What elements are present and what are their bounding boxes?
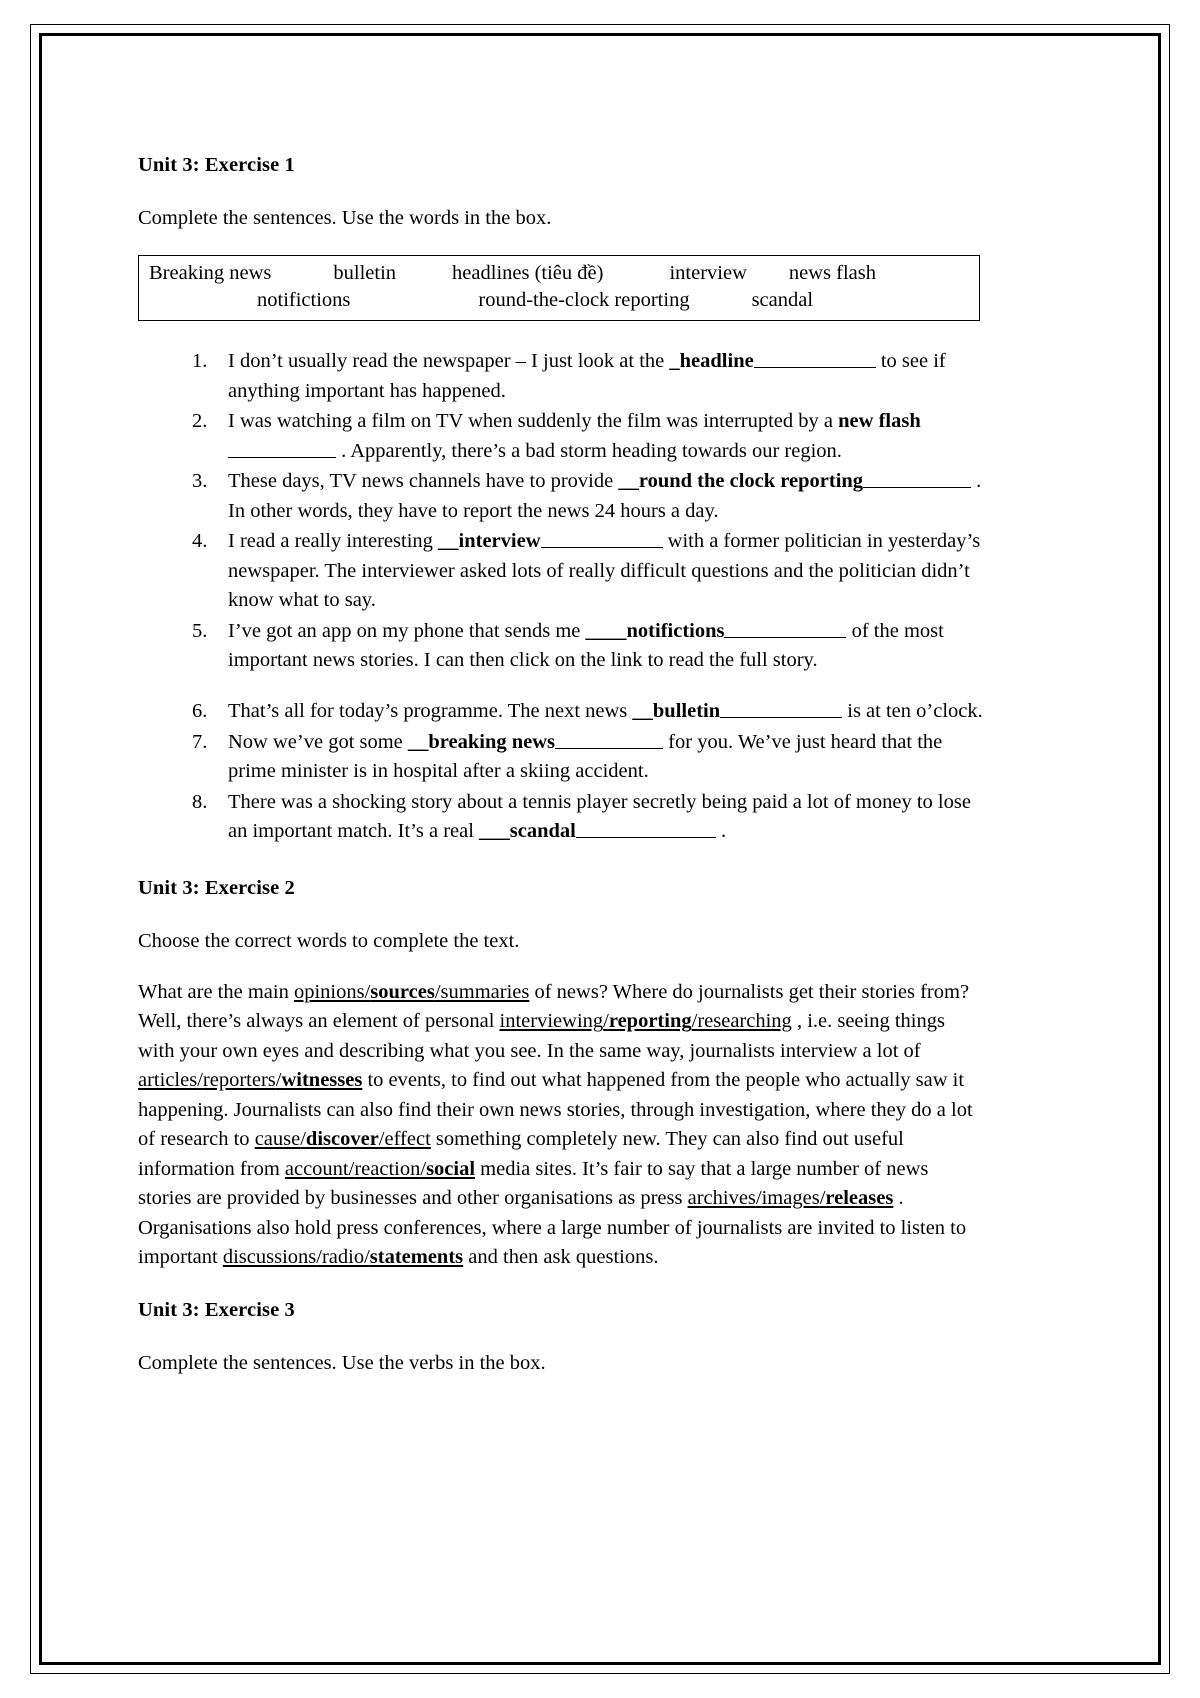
- choice-option[interactable]: images: [762, 1187, 820, 1209]
- choice-option[interactable]: account: [285, 1158, 349, 1180]
- choice-group[interactable]: cause/discover/effect: [255, 1128, 431, 1150]
- answer-blank-line[interactable]: [863, 469, 972, 489]
- item-answer-lead: ____: [585, 619, 627, 642]
- word-bank-word-breaking-news: Breaking news: [149, 262, 272, 285]
- choice-option[interactable]: reaction: [354, 1158, 420, 1180]
- choice-group[interactable]: archives/images/releases: [688, 1187, 894, 1209]
- exercise-2-title: Unit 3: Exercise 2: [138, 876, 295, 899]
- choice-group[interactable]: articles/reporters/witnesses: [138, 1069, 362, 1091]
- item-text-before-blank: I was watching a film on TV when suddenl…: [228, 410, 839, 433]
- item-text-before-blank: I don’t usually read the newspaper – I j…: [228, 350, 670, 373]
- exercise-1-item: I’ve got an app on my phone that sends m…: [192, 617, 986, 676]
- word-bank-word-news-flash: news flash: [788, 262, 876, 285]
- word-bank-row-2: notifictions round-the-clock reporting sca…: [149, 287, 969, 314]
- item-text-before-blank: These days, TV news channels have to pro…: [228, 470, 619, 493]
- page-border-outer: Unit 3: Exercise 1 Complete the sentence…: [30, 24, 1170, 1674]
- exercise-1-item: I don’t usually read the newspaper – I j…: [192, 347, 986, 406]
- choice-option-selected[interactable]: discover: [306, 1128, 379, 1150]
- item-answer: headline: [679, 350, 754, 373]
- item-text-before-blank: I read a really interesting: [228, 530, 439, 553]
- item-answer-lead: ___: [479, 820, 510, 843]
- answer-blank-line[interactable]: [540, 529, 663, 549]
- item-answer-lead: _: [669, 350, 680, 373]
- choice-option[interactable]: articles: [138, 1069, 197, 1091]
- exercise-1-item-list: I don’t usually read the newspaper – I j…: [138, 347, 986, 846]
- word-bank-word-bulletin: bulletin: [333, 262, 397, 285]
- choice-group[interactable]: opinions/sources/summaries: [294, 981, 529, 1003]
- item-text-before-blank: I’ve got an app on my phone that sends m…: [228, 619, 586, 642]
- word-bank-word-headlines: headlines (tiêu đề): [452, 262, 604, 285]
- choice-option[interactable]: researching: [697, 1010, 791, 1032]
- document-content: Unit 3: Exercise 1 Complete the sentence…: [138, 154, 986, 1400]
- choice-option-selected[interactable]: releases: [825, 1187, 893, 1209]
- choice-option-selected[interactable]: witnesses: [281, 1069, 362, 1091]
- item-answer: breaking news: [428, 730, 556, 753]
- answer-blank-line[interactable]: [575, 819, 716, 839]
- word-bank-word-notifictions: notifictions: [257, 289, 351, 312]
- exercise-3-title: Unit 3: Exercise 3: [138, 1298, 295, 1321]
- answer-blank-line[interactable]: [555, 729, 664, 749]
- choice-option[interactable]: radio: [322, 1246, 364, 1268]
- item-text-after-blank: is at ten o’clock.: [842, 700, 983, 722]
- item-text-after-blank: .: [715, 820, 727, 843]
- answer-blank-line[interactable]: [228, 438, 336, 458]
- item-text-before-blank: That’s all for today’s programme. The ne…: [228, 700, 633, 722]
- reading-plain-run: and then ask questions.: [463, 1246, 659, 1269]
- choice-option[interactable]: discussions: [223, 1246, 316, 1268]
- exercise-2-reading-text: What are the main opinions/sources/summa…: [138, 978, 986, 1273]
- item-answer-lead: __: [438, 530, 459, 553]
- answer-blank-line[interactable]: [753, 349, 876, 369]
- item-answer: scandal: [509, 820, 576, 843]
- choice-option-selected[interactable]: social: [426, 1158, 475, 1180]
- word-bank-word-round-the-clock-reporting: round-the-clock reporting: [478, 289, 690, 312]
- exercise-1-item: Now we’ve got some __breaking news for y…: [192, 728, 986, 787]
- item-answer: notifictions: [626, 619, 725, 642]
- choice-option[interactable]: effect: [385, 1128, 431, 1150]
- item-answer-lead: __: [632, 700, 653, 722]
- choice-option-selected[interactable]: statements: [370, 1246, 463, 1268]
- exercise-2-instruction: Choose the correct words to complete the…: [138, 929, 520, 952]
- exercise-1-item: That’s all for today’s programme. The ne…: [192, 697, 986, 727]
- choice-option[interactable]: archives: [688, 1187, 756, 1209]
- word-bank-box: Breaking news bulletin headlines (tiêu đề)…: [138, 255, 980, 322]
- exercise-1-item: There was a shocking story about a tenni…: [192, 788, 986, 847]
- choice-option[interactable]: cause: [255, 1128, 301, 1150]
- reading-plain-run: What are the main: [138, 980, 294, 1003]
- choice-option-selected[interactable]: reporting: [609, 1010, 692, 1032]
- choice-option[interactable]: reporters: [203, 1069, 276, 1091]
- choice-group[interactable]: interviewing/reporting/researching: [500, 1010, 792, 1032]
- exercise-3-instruction: Complete the sentences. Use the verbs in…: [138, 1351, 546, 1374]
- item-answer: round the clock reporting: [638, 470, 864, 493]
- item-answer-lead: __: [407, 730, 429, 753]
- page-border-inner: Unit 3: Exercise 1 Complete the sentence…: [39, 33, 1161, 1665]
- exercise-1-item: I read a really interesting __interview …: [192, 527, 986, 616]
- item-answer: interview: [458, 530, 541, 553]
- exercise-1-item: I was watching a film on TV when suddenl…: [192, 407, 986, 466]
- exercise-1-title: Unit 3: Exercise 1: [138, 154, 295, 176]
- answer-blank-line[interactable]: [720, 699, 843, 718]
- word-bank-word-interview: interview: [669, 262, 747, 285]
- item-text-before-blank: Now we’ve got some: [228, 730, 408, 753]
- choice-group[interactable]: discussions/radio/statements: [223, 1246, 463, 1268]
- item-answer: bulletin: [652, 700, 721, 722]
- exercise-1-item: These days, TV news channels have to pro…: [192, 467, 986, 526]
- word-bank-row-1: Breaking news bulletin headlines (tiêu đề)…: [149, 260, 969, 287]
- item-text-after-blank: . Apparently, there’s a bad storm headin…: [336, 439, 842, 462]
- item-answer-lead: __: [618, 470, 639, 493]
- exercise-1-instruction: Complete the sentences. Use the words in…: [138, 207, 552, 229]
- choice-option-selected[interactable]: sources: [370, 981, 435, 1003]
- choice-option[interactable]: summaries: [441, 981, 530, 1003]
- answer-blank-line[interactable]: [724, 619, 847, 638]
- item-answer: new flash: [838, 410, 921, 433]
- choice-group[interactable]: account/reaction/social: [285, 1158, 475, 1180]
- choice-option[interactable]: opinions: [294, 981, 365, 1003]
- word-bank-word-scandal: scandal: [751, 289, 814, 312]
- choice-option[interactable]: interviewing: [500, 1010, 604, 1032]
